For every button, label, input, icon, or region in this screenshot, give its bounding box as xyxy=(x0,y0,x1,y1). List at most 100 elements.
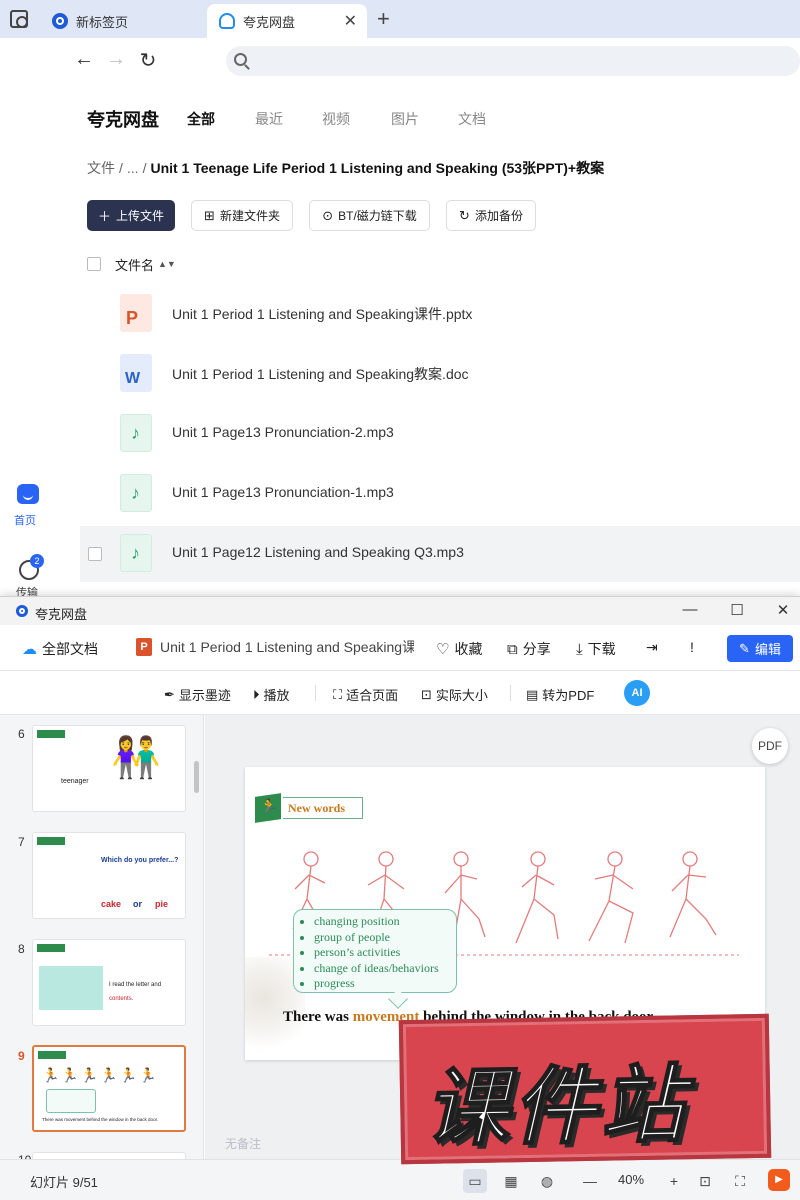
slide-thumbnail[interactable]: teenager 👫 xyxy=(32,725,186,812)
tab-search-icon[interactable] xyxy=(10,10,28,28)
file-row[interactable]: Unit 1 Page12 Listening and Speaking Q3.… xyxy=(80,526,800,582)
category-all[interactable]: 全部 xyxy=(187,109,215,129)
close-button[interactable]: ✕ xyxy=(773,601,793,619)
category-video[interactable]: 视频 xyxy=(322,109,350,129)
tab-title: 新标签页 xyxy=(76,14,129,30)
file-name[interactable]: Unit 1 Page13 Pronunciation-2.mp3 xyxy=(172,424,394,440)
category-image[interactable]: 图片 xyxy=(391,109,419,129)
exit-icon[interactable]: ⇥ xyxy=(646,639,658,656)
column-name-header[interactable]: 文件名 xyxy=(115,255,154,274)
thumb-text: contents. xyxy=(109,996,134,1002)
normal-view-icon[interactable]: ▭ xyxy=(463,1169,487,1193)
slide-thumbnail[interactable]: I read the letter and contents. xyxy=(32,939,186,1026)
audio-file-icon xyxy=(120,414,152,452)
pdf-export-button[interactable]: PDF xyxy=(752,728,788,764)
tab-new-tab[interactable]: 新标签页 xyxy=(40,4,205,38)
row-checkbox[interactable] xyxy=(88,547,102,561)
file-row[interactable]: Unit 1 Page13 Pronunciation-1.mp3 xyxy=(80,466,800,522)
download-button[interactable]: ⤓ 下载 xyxy=(576,639,616,659)
upload-button[interactable]: ＋ 上传文件 xyxy=(87,200,175,231)
thumb-number: 7 xyxy=(18,835,25,849)
select-all-checkbox[interactable] xyxy=(87,257,101,271)
slide-thumbnail[interactable] xyxy=(32,1152,186,1159)
share-label: 分享 xyxy=(522,641,551,657)
thumbnail-scrollbar[interactable] xyxy=(194,761,199,793)
breadcrumb-root[interactable]: 文件 xyxy=(87,160,115,176)
add-backup-button[interactable]: ↻ 添加备份 xyxy=(446,200,536,231)
show-ink-button[interactable]: ✒ 显示墨迹 xyxy=(164,685,231,704)
slide-notes[interactable]: 无备注 xyxy=(225,1135,261,1152)
fit-page-button[interactable]: ⛶ 适合页面 xyxy=(333,685,398,704)
diagram-graphic xyxy=(39,966,103,1010)
slideshow-play-icon[interactable]: ▶ xyxy=(768,1169,790,1191)
breadcrumb-ellipsis[interactable]: ... xyxy=(127,160,139,176)
cloud-icon: ☁ xyxy=(22,641,37,658)
maximize-button[interactable]: ☐ xyxy=(727,601,747,619)
slide-thumbnail[interactable]: Which do you prefer...? cake or pie xyxy=(32,832,186,919)
actual-size-button[interactable]: ⊡ 实际大小 xyxy=(421,685,488,704)
fit-page-label: 适合页面 xyxy=(346,688,399,703)
thumb-word: pie xyxy=(155,899,169,909)
thumb-number: 9 xyxy=(18,1049,25,1063)
sort-icon[interactable]: ▲▼ xyxy=(158,259,176,269)
share-button[interactable]: ⧉ 分享 xyxy=(507,639,551,659)
address-bar[interactable] xyxy=(226,46,800,76)
file-name[interactable]: Unit 1 Page13 Pronunciation-1.mp3 xyxy=(172,484,394,500)
bt-icon: ⊙ xyxy=(322,207,334,223)
runner-figure xyxy=(588,851,634,944)
grid-view-icon[interactable]: ▦ xyxy=(499,1169,523,1193)
thumb-number: 6 xyxy=(18,727,25,741)
fit-screen-icon[interactable]: ⊡ xyxy=(693,1169,717,1193)
bt-download-button[interactable]: ⊙ BT/磁力链下载 xyxy=(309,200,430,231)
folder-plus-icon: ⊞ xyxy=(204,207,215,223)
actual-size-icon: ⊡ xyxy=(421,686,432,702)
bullet-item: group of people xyxy=(314,930,456,946)
current-file-title: P Unit 1 Period 1 Listening and Speaking… xyxy=(136,637,414,657)
ppt-file-icon xyxy=(120,294,152,332)
reload-button[interactable]: ↻ xyxy=(136,48,160,73)
file-name[interactable]: Unit 1 Page12 Listening and Speaking Q3.… xyxy=(172,544,464,560)
sync-icon: ↻ xyxy=(459,207,470,223)
slide-thumbnail-active[interactable]: 🏃🏃🏃🏃🏃🏃 There was movement behind the win… xyxy=(32,1045,186,1132)
new-folder-label: 新建文件夹 xyxy=(219,209,280,223)
breadcrumb: 文件 /... / Unit 1 Teenage Life Period 1 List… xyxy=(87,158,604,178)
thumb-text: teenager xyxy=(61,778,89,785)
play-button[interactable]: ⏵ 播放 xyxy=(253,685,290,704)
favorite-button[interactable]: ♡ 收藏 xyxy=(436,639,482,659)
new-words-tag xyxy=(38,1051,66,1059)
ai-button[interactable]: AI xyxy=(624,680,650,706)
new-words-label: New words xyxy=(283,797,363,819)
zoom-out-button[interactable]: — xyxy=(578,1169,602,1193)
audio-file-icon xyxy=(120,534,152,572)
category-recent[interactable]: 最近 xyxy=(255,109,283,129)
file-name[interactable]: Unit 1 Period 1 Listening and Speaking教案… xyxy=(172,364,469,384)
browser-toolbar: ← → ↻ xyxy=(0,38,800,84)
file-row[interactable]: Unit 1 Period 1 Listening and Speaking课件… xyxy=(80,286,800,342)
minimize-button[interactable]: — xyxy=(680,601,700,618)
tab-close-icon[interactable]: ✕ xyxy=(344,11,357,31)
watermark-stamp: 课件站 xyxy=(398,1013,772,1165)
home-icon[interactable] xyxy=(17,484,39,504)
edit-button[interactable]: ✎ 编辑 xyxy=(727,635,793,662)
feedback-icon[interactable]: ! xyxy=(690,639,694,655)
to-pdf-button[interactable]: ▤ 转为PDF xyxy=(526,685,594,704)
sentence-before: There was xyxy=(283,1009,353,1025)
app-rail: 首页 2 传输 xyxy=(0,84,60,599)
zoom-in-button[interactable]: + xyxy=(662,1169,686,1193)
file-name[interactable]: Unit 1 Period 1 Listening and Speaking课件… xyxy=(172,304,472,324)
fullscreen-icon[interactable]: ⛶ xyxy=(728,1169,752,1193)
globe-icon[interactable]: ◍ xyxy=(535,1169,559,1193)
rail-home-label[interactable]: 首页 xyxy=(14,512,36,528)
back-button[interactable]: ← xyxy=(72,48,96,71)
file-row[interactable]: Unit 1 Page13 Pronunciation-2.mp3 xyxy=(80,406,800,462)
new-tab-button[interactable]: + xyxy=(377,6,390,32)
forward-button[interactable]: → xyxy=(104,48,128,71)
category-docs[interactable]: 文档 xyxy=(458,109,486,129)
new-folder-button[interactable]: ⊞ 新建文件夹 xyxy=(191,200,293,231)
tab-quark-drive[interactable]: 夸克网盘 ✕ xyxy=(207,4,367,38)
breadcrumb-sep: / xyxy=(142,160,147,176)
file-row[interactable]: Unit 1 Period 1 Listening and Speaking教案… xyxy=(80,346,800,402)
audio-file-icon xyxy=(120,474,152,512)
all-docs-button[interactable]: ☁ 全部文档 xyxy=(22,639,98,659)
viewer-titlebar: 夸克网盘 — ☐ ✕ xyxy=(0,597,800,625)
